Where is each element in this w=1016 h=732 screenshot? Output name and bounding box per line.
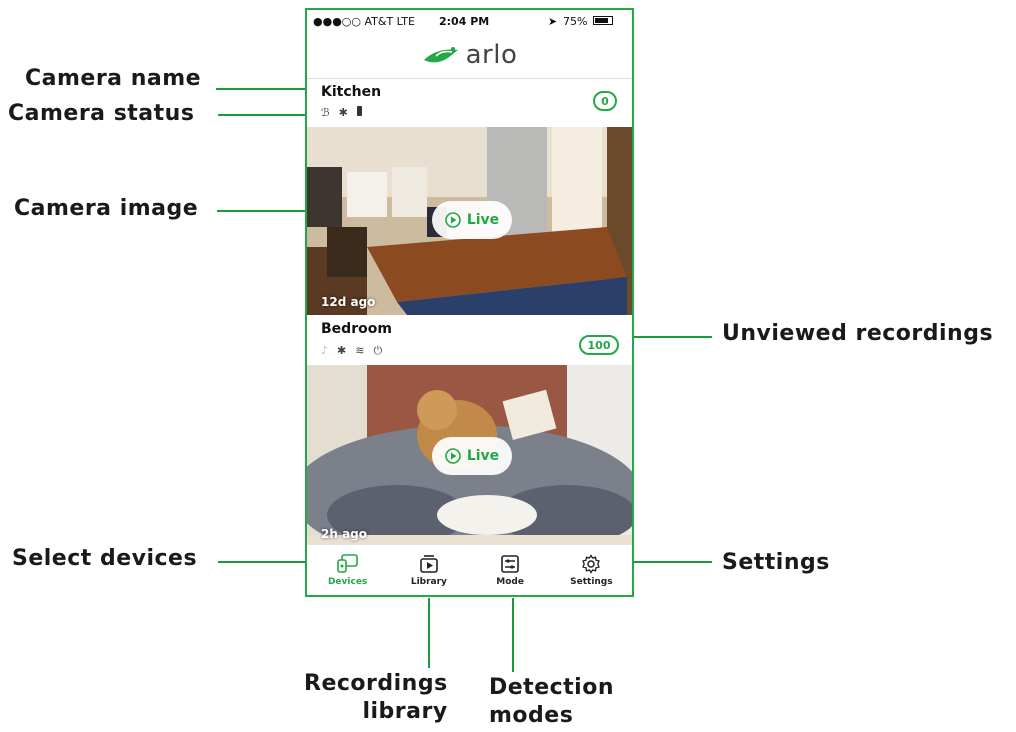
camera-card-header[interactable]: Bedroom ♪ ✱ ≋ ⏻ 100 xyxy=(307,315,632,365)
tab-library[interactable]: Library xyxy=(388,545,469,595)
last-recording-time: 2h ago xyxy=(321,527,368,541)
power-icon: ⏻ xyxy=(373,344,383,357)
motion-icon: ✱ xyxy=(337,344,347,357)
callout-detection-modes-line2: modes xyxy=(489,703,574,728)
arlo-logo-text: arlo xyxy=(465,40,518,70)
camera-image[interactable]: Live 2h ago xyxy=(307,365,632,549)
callout-line-recordings-library xyxy=(428,598,430,668)
devices-icon xyxy=(336,553,358,573)
signal-icon: ℬ xyxy=(321,106,330,119)
tab-label: Settings xyxy=(570,576,613,587)
library-icon xyxy=(420,554,438,573)
battery-icon xyxy=(356,106,362,116)
callout-recordings-library: Recordings library xyxy=(304,670,448,726)
callout-line-select-devices xyxy=(218,561,305,563)
callout-line-camera-name xyxy=(216,88,306,90)
play-icon xyxy=(445,448,461,464)
arlo-logo: arlo xyxy=(307,32,632,78)
live-label: Live xyxy=(466,212,500,228)
unviewed-recordings-badge[interactable]: 0 xyxy=(593,91,617,111)
callout-line-camera-image xyxy=(217,210,306,212)
audio-icon: ♪ xyxy=(321,344,329,357)
callout-detection-modes-line1: Detection xyxy=(489,675,614,700)
live-label: Live xyxy=(466,448,500,464)
unviewed-recordings-badge[interactable]: 100 xyxy=(579,335,619,355)
clock-text: 2:04 PM xyxy=(439,15,490,28)
tab-mode[interactable]: Mode xyxy=(470,545,551,595)
callout-line-detection-modes xyxy=(512,598,514,672)
location-icon: ➤ xyxy=(548,15,558,28)
play-icon xyxy=(445,212,461,228)
callout-camera-image: Camera image xyxy=(14,196,199,221)
callout-camera-status: Camera status xyxy=(8,101,195,126)
camera-status-icons: ♪ ✱ ≋ ⏻ xyxy=(321,344,382,358)
phone-screen: ●●●○○ AT&T LTE 2:04 PM ➤ 75% arlo Kitche… xyxy=(305,8,634,597)
gear-icon xyxy=(582,553,601,574)
mode-icon xyxy=(501,554,519,573)
motion-icon: ✱ xyxy=(338,106,348,119)
battery-text: 75% xyxy=(563,15,588,28)
camera-image[interactable]: Live 12d ago xyxy=(307,127,632,315)
tab-label: Library xyxy=(410,576,447,587)
callout-unviewed-recordings: Unviewed recordings xyxy=(722,321,994,346)
callout-line-camera-status xyxy=(218,114,306,116)
carrier-text: ●●●○○ AT&T LTE xyxy=(313,15,415,28)
last-recording-time: 12d ago xyxy=(321,295,376,309)
arlo-bird-icon xyxy=(423,47,458,63)
camera-card-header[interactable]: Kitchen ℬ ✱ 0 xyxy=(307,79,632,127)
camera-name: Kitchen xyxy=(321,84,382,100)
live-button[interactable]: Live xyxy=(432,437,512,475)
tab-label: Mode xyxy=(496,576,524,587)
callout-settings: Settings xyxy=(722,550,830,575)
tab-bar: Devices Library Mode Settings xyxy=(307,544,632,595)
tab-label: Devices xyxy=(327,576,368,587)
live-button[interactable]: Live xyxy=(432,201,512,239)
battery-icon xyxy=(593,16,613,25)
camera-status-icons: ℬ ✱ xyxy=(321,106,362,119)
callout-camera-name: Camera name xyxy=(25,66,202,91)
callout-select-devices: Select devices xyxy=(12,546,198,571)
callout-recordings-library-line2: library xyxy=(362,699,448,724)
status-bar: ●●●○○ AT&T LTE 2:04 PM ➤ 75% xyxy=(307,10,632,32)
callout-detection-modes: Detection modes xyxy=(489,674,614,730)
tab-settings[interactable]: Settings xyxy=(551,545,632,595)
tab-devices[interactable]: Devices xyxy=(307,545,388,595)
wifi-icon: ≋ xyxy=(355,344,365,357)
callout-recordings-library-line1: Recordings xyxy=(304,671,448,696)
camera-name: Bedroom xyxy=(321,321,392,337)
